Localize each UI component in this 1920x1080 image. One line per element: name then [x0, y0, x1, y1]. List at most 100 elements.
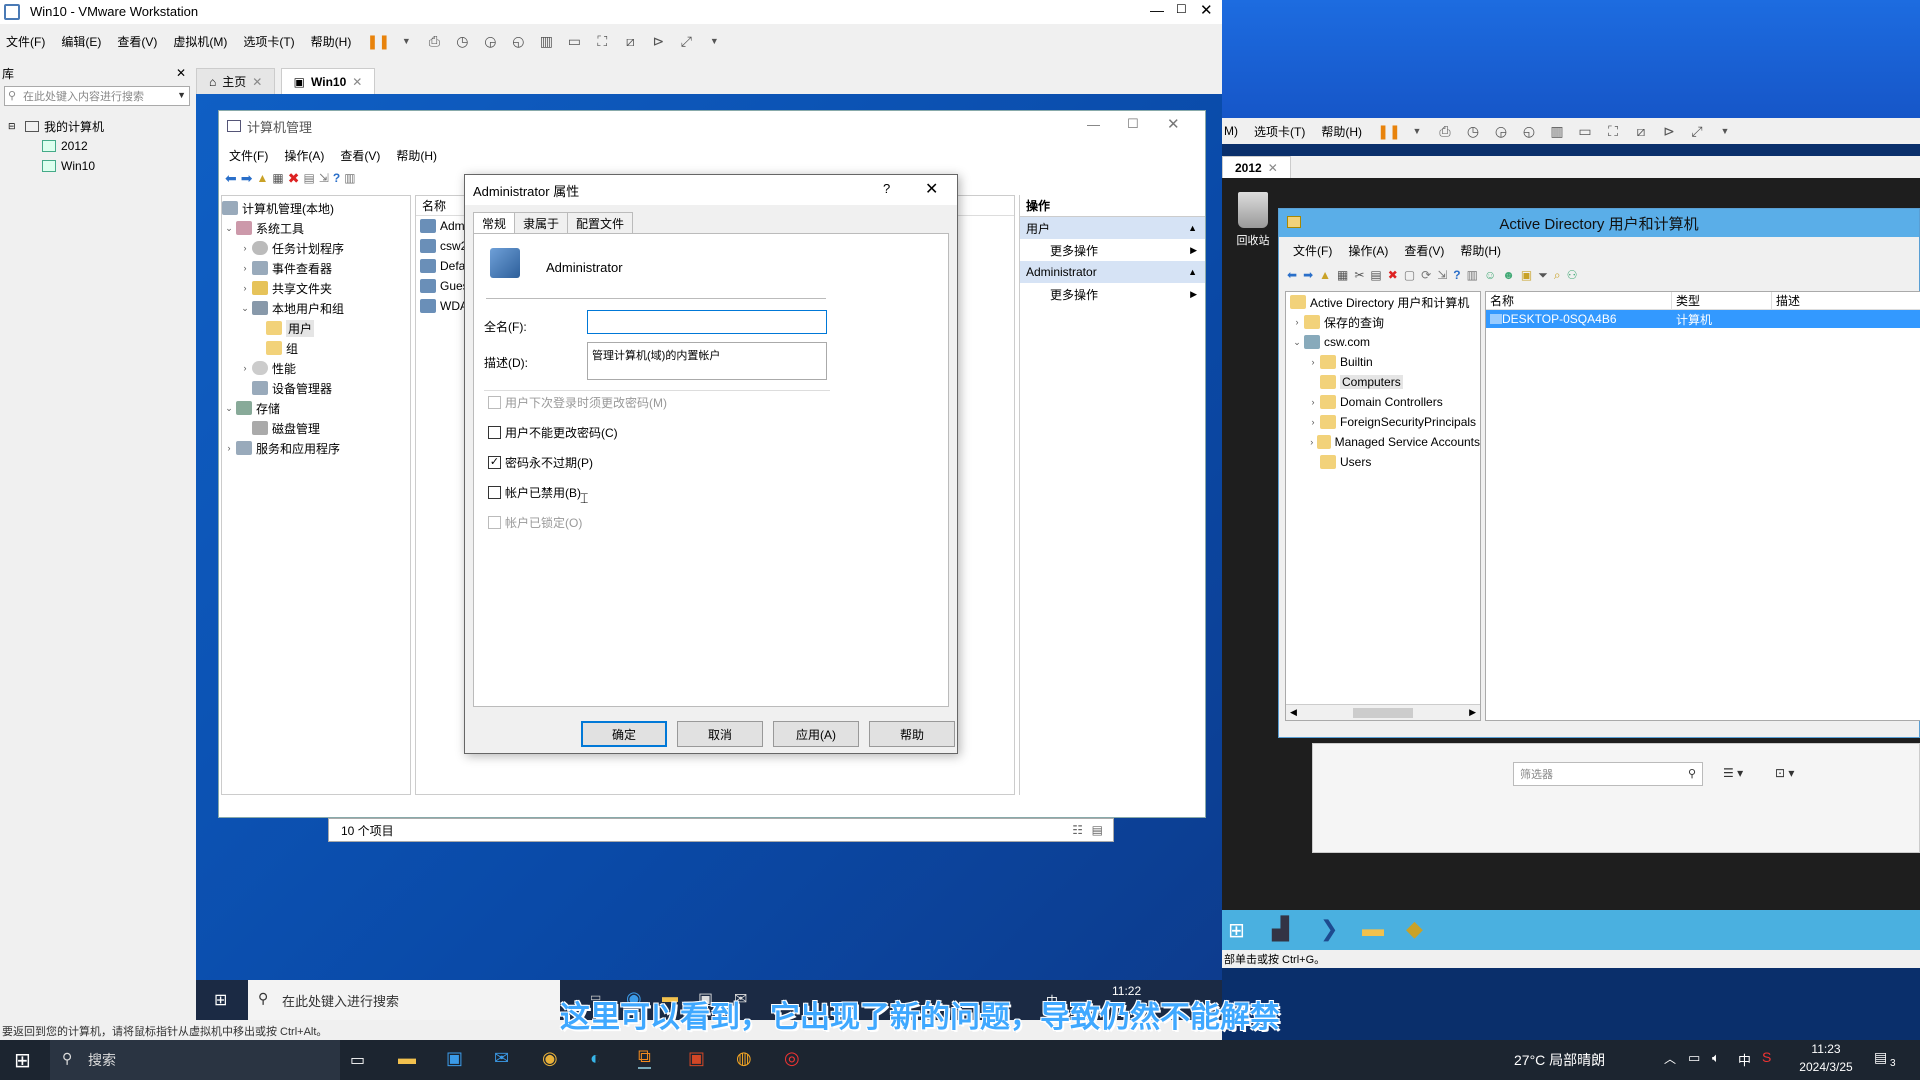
- library-close-icon[interactable]: ✕: [176, 66, 186, 80]
- thumbnail-icon[interactable]: ▭: [563, 30, 585, 52]
- tree-local-users-groups[interactable]: ⌄ 本地用户和组: [222, 298, 410, 318]
- description-input[interactable]: 管理计算机(域)的内置帐户: [587, 342, 827, 380]
- back-icon[interactable]: ⬅: [225, 170, 237, 187]
- collapse-icon[interactable]: ⌄: [238, 303, 252, 314]
- checkbox-box[interactable]: [488, 396, 501, 409]
- server-desktop[interactable]: 回收站 Active Directory 用户和计算机 文件(F) 操作(A) …: [1222, 178, 1920, 918]
- snapshot-manager-icon[interactable]: ◵: [507, 30, 529, 52]
- notification-icon[interactable]: ▤: [1874, 1049, 1887, 1066]
- ad-menu-file[interactable]: 文件(F): [1293, 242, 1332, 259]
- sidebar-toggle-icon[interactable]: ▥: [535, 30, 557, 52]
- find-icon[interactable]: ⌕: [1554, 268, 1561, 283]
- cm-close-button[interactable]: ✕: [1167, 115, 1180, 133]
- volume-icon[interactable]: 🔈︎: [1712, 1050, 1720, 1066]
- powershell-icon[interactable]: ❯: [1320, 916, 1338, 942]
- cm-menu-help[interactable]: 帮助(H): [396, 147, 437, 164]
- expand-icon[interactable]: ›: [238, 363, 252, 373]
- tree-users[interactable]: 用户: [222, 318, 410, 338]
- right-menu-tabs[interactable]: 选项卡(T): [1254, 123, 1305, 140]
- tab-close-icon[interactable]: ✕: [252, 75, 262, 89]
- ad-tree-domain-controllers[interactable]: › Domain Controllers: [1286, 392, 1480, 412]
- show-hide-tree-icon[interactable]: ▦: [1337, 268, 1348, 282]
- store-icon[interactable]: ▣: [446, 1048, 463, 1069]
- close-button[interactable]: ✕: [1200, 1, 1213, 19]
- action-more-users[interactable]: 更多操作 ▶: [1020, 239, 1205, 261]
- thumbnail-icon[interactable]: ▭: [1574, 120, 1596, 142]
- expand-icon[interactable]: ›: [1306, 437, 1317, 447]
- cm-menu-view[interactable]: 查看(V): [340, 147, 380, 164]
- new-ou-icon[interactable]: ▣: [1521, 268, 1532, 282]
- action-more-administrator[interactable]: 更多操作 ▶: [1020, 283, 1205, 305]
- tab-profile[interactable]: 配置文件: [567, 212, 634, 234]
- forward-icon[interactable]: ➡: [1303, 268, 1313, 282]
- collapse-icon[interactable]: ⌄: [222, 403, 236, 414]
- tree-storage[interactable]: ⌄ 存储: [222, 398, 410, 418]
- host-clock-time[interactable]: 11:23: [1794, 1042, 1858, 1056]
- tree-event-viewer[interactable]: › 事件查看器: [222, 258, 410, 278]
- expand-icon[interactable]: ›: [1306, 397, 1320, 407]
- snapshot-icon[interactable]: ◷: [451, 30, 473, 52]
- app-icon[interactable]: ◍: [736, 1048, 752, 1069]
- cm-menu-action[interactable]: 操作(A): [284, 147, 324, 164]
- windows-start-icon[interactable]: ⊞: [1228, 918, 1245, 943]
- tab-home[interactable]: ⌂ 主页 ✕: [196, 68, 276, 94]
- library-item-win10[interactable]: Win10: [0, 156, 192, 176]
- save-options-icon[interactable]: ⊡ ▾: [1775, 766, 1794, 780]
- table-row[interactable]: DESKTOP-0SQA4B6 计算机: [1486, 310, 1920, 328]
- help-button[interactable]: 帮助: [869, 721, 955, 747]
- send-keys-icon[interactable]: ⎙: [1434, 120, 1456, 142]
- recycle-bin[interactable]: 回收站: [1228, 192, 1278, 248]
- tree-task-scheduler[interactable]: › 任务计划程序: [222, 238, 410, 258]
- tree-device-manager[interactable]: 设备管理器: [222, 378, 410, 398]
- edge-icon[interactable]: ◐: [590, 1048, 601, 1069]
- maximize-button[interactable]: ☐: [1176, 2, 1187, 16]
- right-menu-vm[interactable]: M): [1224, 124, 1238, 138]
- checkbox-box[interactable]: [488, 426, 501, 439]
- checkbox-password-never-expires[interactable]: ✓ 密码永不过期(P): [488, 454, 593, 471]
- guest-search-box[interactable]: ⚲ 在此处键入进行搜索: [248, 980, 560, 1020]
- add-to-group-icon[interactable]: ⚇: [1567, 268, 1578, 282]
- chrome-icon[interactable]: ◉: [542, 1048, 558, 1069]
- stretch-icon[interactable]: ⤢: [1686, 120, 1708, 142]
- mail-icon[interactable]: ✉: [494, 1048, 509, 1069]
- tray-chevron-icon[interactable]: ︿: [1664, 1050, 1676, 1067]
- filter-input[interactable]: 筛选器 ⚲: [1513, 762, 1703, 786]
- collapse-icon[interactable]: ⌄: [222, 223, 236, 234]
- cm-maximize-button[interactable]: ☐: [1127, 116, 1139, 132]
- view-icon[interactable]: ▥: [344, 171, 355, 185]
- file-explorer-icon[interactable]: ▬: [1362, 916, 1384, 942]
- library-item-2012[interactable]: 2012: [0, 136, 192, 156]
- view-details-icon[interactable]: ☷: [1072, 823, 1083, 837]
- ad-tree-hscrollbar[interactable]: ◀ ▶: [1286, 704, 1480, 720]
- ad-menu-help[interactable]: 帮助(H): [1460, 242, 1501, 259]
- delete-icon[interactable]: ✖: [1388, 268, 1398, 282]
- vmware-taskbar-icon[interactable]: ⧉: [638, 1046, 651, 1069]
- cm-minimize-button[interactable]: —: [1087, 117, 1100, 132]
- ok-button[interactable]: 确定: [581, 721, 667, 747]
- checkbox-box[interactable]: [488, 486, 501, 499]
- fullscreen-icon[interactable]: ⛶: [1602, 120, 1624, 142]
- new-user-icon[interactable]: ☺: [1484, 268, 1496, 282]
- checkbox-account-disabled[interactable]: 帐户已禁用(B): [488, 484, 581, 501]
- unity-icon[interactable]: ⧄: [1630, 120, 1652, 142]
- tree-system-tools[interactable]: ⌄ 系统工具: [222, 218, 410, 238]
- tab-2012[interactable]: 2012 ✕: [1222, 156, 1291, 178]
- scroll-left-icon[interactable]: ◀: [1290, 707, 1297, 718]
- search-dropdown-icon[interactable]: ▼: [177, 90, 186, 100]
- column-name[interactable]: 名称: [1486, 292, 1672, 309]
- checkbox-box[interactable]: [488, 516, 501, 529]
- host-ime-indicator[interactable]: 中: [1738, 1050, 1751, 1069]
- library-item-my-computer[interactable]: ⊟ 我的计算机: [0, 116, 192, 136]
- collapse-up-icon[interactable]: ▲: [1188, 223, 1197, 233]
- minimize-button[interactable]: —: [1150, 2, 1164, 18]
- pause-icon[interactable]: ❚❚: [1377, 120, 1400, 142]
- snapshot-manager-icon[interactable]: ◵: [1518, 120, 1540, 142]
- new-group-icon[interactable]: ☻: [1502, 268, 1515, 282]
- properties-icon[interactable]: ▢: [1404, 268, 1415, 282]
- ad-tree-root[interactable]: Active Directory 用户和计算机: [1286, 292, 1480, 312]
- fullname-input[interactable]: [587, 310, 827, 334]
- export-list-icon[interactable]: ⇲: [1437, 268, 1447, 282]
- up-folder-icon[interactable]: ▲: [256, 171, 268, 185]
- expand-icon[interactable]: ›: [238, 263, 252, 273]
- column-type[interactable]: 类型: [1672, 292, 1772, 309]
